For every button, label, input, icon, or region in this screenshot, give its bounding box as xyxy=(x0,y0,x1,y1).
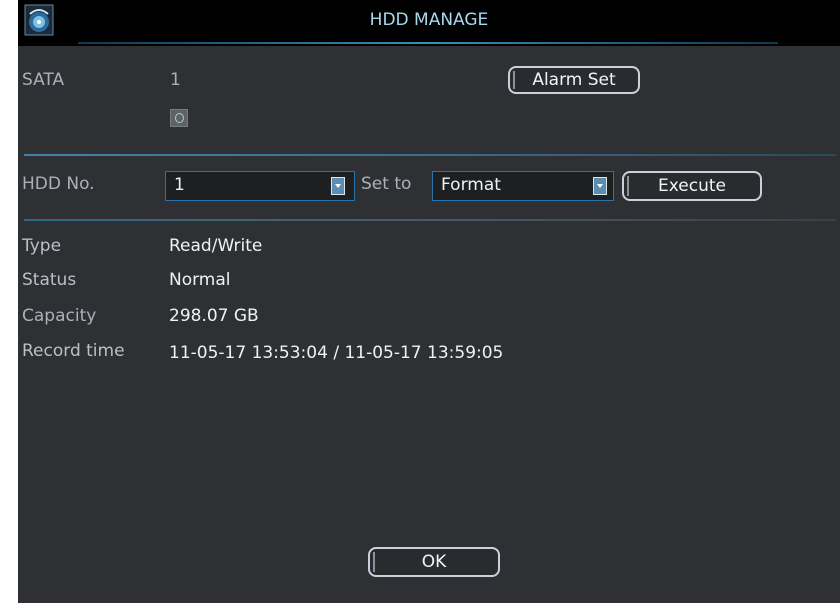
capacity-label: Capacity xyxy=(22,306,97,326)
set-to-dropdown-arrow-icon[interactable] xyxy=(593,177,607,195)
record-time-value: 11-05-17 13:53:04 / 11-05-17 13:59:05 xyxy=(169,343,504,363)
execute-button[interactable]: Execute xyxy=(622,171,762,201)
hdd-no-value: 1 xyxy=(174,175,185,195)
title-bar: HDD MANAGE xyxy=(18,0,840,46)
type-label: Type xyxy=(22,236,62,256)
hdd-manage-window: HDD MANAGE SATA 1 Alarm Set HDD No. 1 Se… xyxy=(18,0,840,603)
sata-number: 1 xyxy=(170,70,181,90)
section-separator-top xyxy=(24,154,836,156)
type-value: Read/Write xyxy=(169,236,263,256)
sata-label: SATA xyxy=(22,70,65,90)
set-to-dropdown[interactable]: Format xyxy=(432,171,614,201)
set-to-label: Set to xyxy=(361,174,412,194)
hdd-no-dropdown-arrow-icon[interactable] xyxy=(331,177,345,195)
sata-disk-checkbox[interactable] xyxy=(170,109,188,127)
status-value: Normal xyxy=(169,270,231,290)
hdd-no-dropdown[interactable]: 1 xyxy=(165,171,355,201)
record-time-label: Record time xyxy=(22,341,125,361)
status-label: Status xyxy=(22,270,77,290)
title-underline xyxy=(78,42,778,44)
alarm-set-button[interactable]: Alarm Set xyxy=(508,66,640,94)
section-separator-bottom xyxy=(24,219,836,221)
window-title: HDD MANAGE xyxy=(369,10,489,30)
capacity-value: 298.07 GB xyxy=(169,306,259,326)
ok-button[interactable]: OK xyxy=(368,547,500,577)
set-to-value: Format xyxy=(441,175,501,195)
hdd-no-label: HDD No. xyxy=(22,174,95,194)
